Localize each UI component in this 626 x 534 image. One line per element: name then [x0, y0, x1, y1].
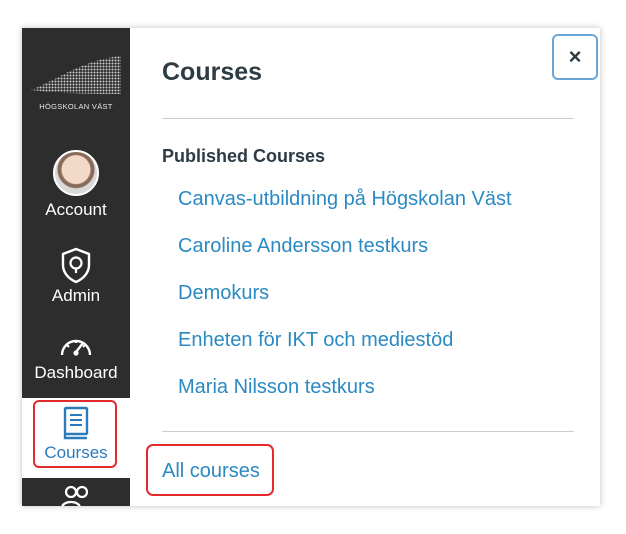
all-courses-link[interactable]: All courses — [162, 460, 260, 483]
logo-graphic — [31, 56, 121, 94]
nav-account-label: Account — [45, 200, 107, 219]
course-link[interactable]: Demokurs — [178, 282, 269, 305]
shield-icon — [61, 247, 91, 284]
people-icon — [61, 485, 89, 506]
book-icon — [63, 406, 89, 440]
canvas-window: HÖGSKOLAN VÄST Account Admin Dashboard C… — [22, 28, 600, 506]
tray-title: Courses — [162, 58, 263, 86]
nav-courses[interactable]: Courses — [22, 398, 130, 478]
global-navigation: HÖGSKOLAN VÄST Account Admin Dashboard C… — [22, 28, 130, 506]
close-icon: × — [568, 44, 582, 69]
close-button[interactable]: × — [552, 34, 598, 80]
course-link[interactable]: Caroline Andersson testkurs — [178, 235, 428, 258]
nav-courses-label: Courses — [44, 443, 108, 462]
course-link[interactable]: Maria Nilsson testkurs — [178, 376, 375, 399]
published-courses-heading: Published Courses — [162, 146, 326, 166]
logo-text: HÖGSKOLAN VÄST — [39, 102, 113, 111]
nav-groups[interactable] — [22, 484, 130, 506]
course-link[interactable]: Canvas-utbildning på Högskolan Väst — [178, 188, 512, 211]
nav-admin[interactable]: Admin — [22, 246, 130, 306]
hogskolan-vast-logo[interactable]: HÖGSKOLAN VÄST — [27, 50, 125, 111]
speedometer-icon — [60, 339, 92, 356]
nav-dashboard-label: Dashboard — [34, 363, 118, 382]
nav-admin-label: Admin — [51, 286, 101, 305]
nav-account[interactable]: Account — [22, 150, 130, 220]
divider — [162, 431, 574, 432]
course-link[interactable]: Enheten för IKT och mediestöd — [178, 329, 453, 352]
nav-dashboard[interactable]: Dashboard — [22, 331, 130, 383]
courses-tray: × Courses Published Courses Canvas-utbil… — [130, 28, 600, 506]
avatar — [53, 150, 99, 196]
divider — [162, 118, 574, 119]
